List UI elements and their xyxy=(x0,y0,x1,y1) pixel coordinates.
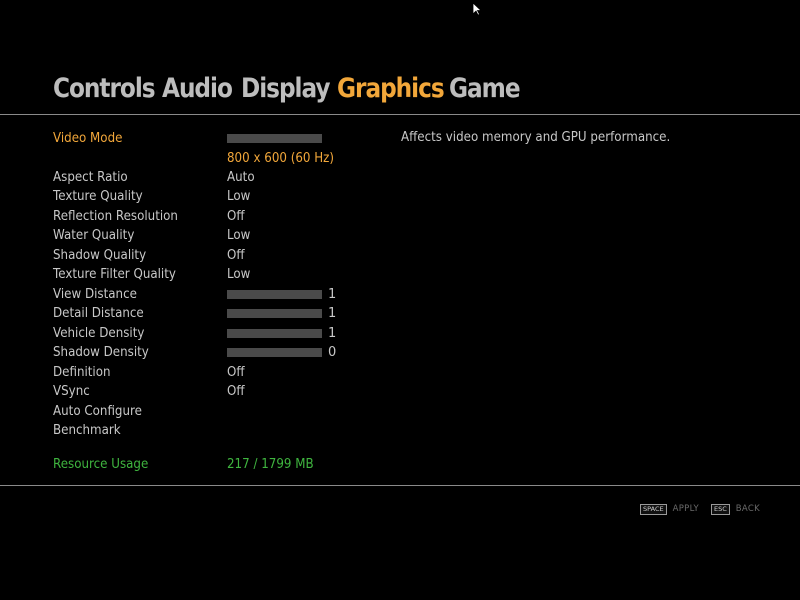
view-distance-label[interactable]: View Distance xyxy=(53,286,137,302)
shadow-quality-value[interactable]: Off xyxy=(227,247,245,263)
setting-reflection-resolution[interactable]: Reflection Resolution Off xyxy=(53,208,753,226)
vsync-label[interactable]: VSync xyxy=(53,383,90,399)
reflection-resolution-value[interactable]: Off xyxy=(227,208,245,224)
texture-filter-quality-value[interactable]: Low xyxy=(227,266,250,282)
detail-distance-slider[interactable] xyxy=(227,309,322,318)
apply-button[interactable]: APPLY xyxy=(673,504,699,514)
back-button[interactable]: BACK xyxy=(736,504,760,514)
video-mode-value: 800 x 600 (60 Hz) xyxy=(227,150,335,166)
setting-vehicle-density[interactable]: Vehicle Density 1 xyxy=(53,325,753,343)
reflection-resolution-label[interactable]: Reflection Resolution xyxy=(53,208,178,224)
space-key-icon: SPACE xyxy=(640,503,667,515)
mouse-cursor-icon xyxy=(472,2,482,16)
water-quality-value[interactable]: Low xyxy=(227,227,250,243)
esc-key-icon: ESC xyxy=(710,503,730,515)
video-mode-value-row: 800 x 600 (60 Hz) xyxy=(53,150,753,168)
setting-description: Affects video memory and GPU performance… xyxy=(401,129,671,145)
definition-label[interactable]: Definition xyxy=(53,364,111,380)
setting-definition[interactable]: Definition Off xyxy=(53,364,753,382)
setting-shadow-density[interactable]: Shadow Density 0 xyxy=(53,344,753,362)
setting-texture-filter-quality[interactable]: Texture Filter Quality Low xyxy=(53,266,753,284)
bottom-divider xyxy=(0,485,800,486)
texture-quality-value[interactable]: Low xyxy=(227,188,250,204)
shadow-density-slider[interactable] xyxy=(227,348,322,357)
top-divider xyxy=(0,114,800,115)
tab-audio[interactable]: Audio xyxy=(162,73,233,104)
setting-detail-distance[interactable]: Detail Distance 1 xyxy=(53,305,753,323)
shadow-quality-label[interactable]: Shadow Quality xyxy=(53,247,146,263)
texture-filter-quality-label[interactable]: Texture Filter Quality xyxy=(53,266,176,282)
setting-shadow-quality[interactable]: Shadow Quality Off xyxy=(53,247,753,265)
auto-configure-button-row[interactable]: Auto Configure xyxy=(53,403,753,421)
texture-quality-label[interactable]: Texture Quality xyxy=(53,188,143,204)
setting-water-quality[interactable]: Water Quality Low xyxy=(53,227,753,245)
benchmark-button[interactable]: Benchmark xyxy=(53,422,121,438)
detail-distance-value: 1 xyxy=(328,306,337,321)
video-mode-label[interactable]: Video Mode xyxy=(53,130,122,146)
shadow-density-label[interactable]: Shadow Density xyxy=(53,344,149,360)
setting-aspect-ratio[interactable]: Aspect Ratio Auto xyxy=(53,169,753,187)
benchmark-button-row[interactable]: Benchmark xyxy=(53,422,753,440)
resource-usage-value: 217 / 1799 MB xyxy=(227,456,314,472)
water-quality-label[interactable]: Water Quality xyxy=(53,227,134,243)
definition-value[interactable]: Off xyxy=(227,364,245,380)
vehicle-density-value: 1 xyxy=(328,326,337,341)
vehicle-density-label[interactable]: Vehicle Density xyxy=(53,325,144,341)
tab-controls[interactable]: Controls xyxy=(53,73,156,104)
tab-game[interactable]: Game xyxy=(449,73,521,104)
tab-graphics[interactable]: Graphics xyxy=(337,73,445,104)
footer-hints: SPACE APPLY ESC BACK xyxy=(640,502,772,516)
detail-distance-label[interactable]: Detail Distance xyxy=(53,305,144,321)
resource-usage-row: Resource Usage 217 / 1799 MB xyxy=(53,456,753,474)
aspect-ratio-value[interactable]: Auto xyxy=(227,169,255,185)
view-distance-value: 1 xyxy=(328,287,337,302)
view-distance-slider[interactable] xyxy=(227,290,322,299)
auto-configure-button[interactable]: Auto Configure xyxy=(53,403,142,419)
vsync-value[interactable]: Off xyxy=(227,383,245,399)
setting-vsync[interactable]: VSync Off xyxy=(53,383,753,401)
video-mode-slider[interactable] xyxy=(227,134,322,143)
tab-display[interactable]: Display xyxy=(241,73,331,104)
tab-bar: Controls Audio Display Graphics Game xyxy=(53,68,525,108)
setting-view-distance[interactable]: View Distance 1 xyxy=(53,286,753,304)
aspect-ratio-label[interactable]: Aspect Ratio xyxy=(53,169,128,185)
shadow-density-value: 0 xyxy=(328,345,337,360)
resource-usage-label: Resource Usage xyxy=(53,456,149,472)
vehicle-density-slider[interactable] xyxy=(227,329,322,338)
setting-texture-quality[interactable]: Texture Quality Low xyxy=(53,188,753,206)
